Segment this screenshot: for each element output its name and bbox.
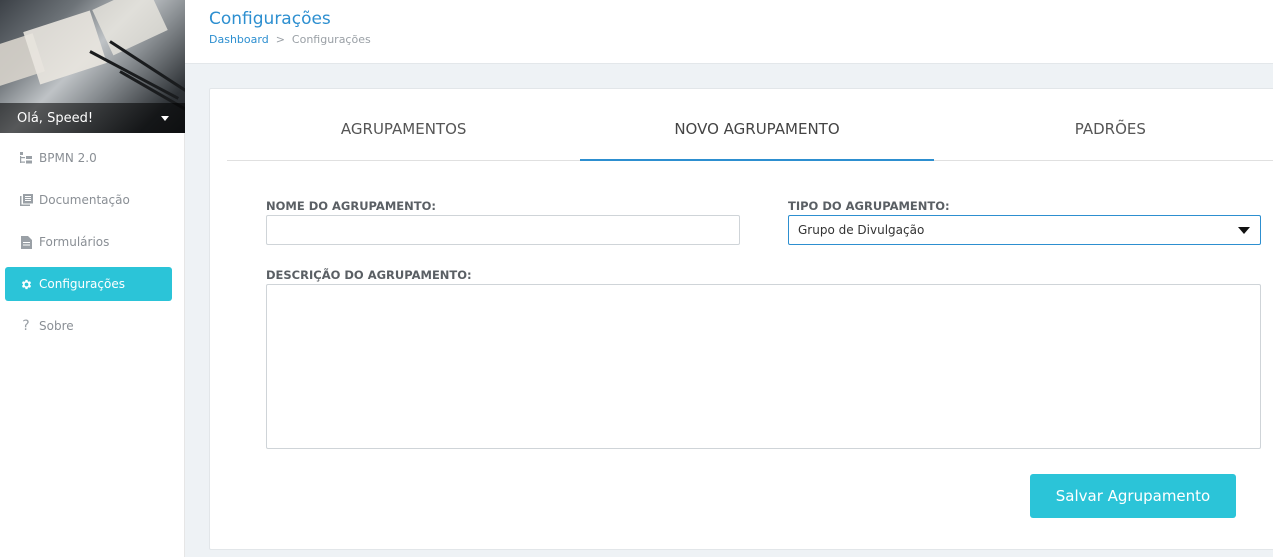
- sidebar-item-documentacao[interactable]: Documentação: [5, 183, 172, 217]
- page-title: Configurações: [209, 9, 331, 29]
- user-greeting: Olá, Speed!: [17, 110, 94, 126]
- profile-banner: Olá, Speed!: [0, 0, 185, 133]
- description-label: DESCRIÇÃO DO AGRUPAMENTO:: [266, 268, 472, 282]
- tab-novo-agrupamento[interactable]: NOVO AGRUPAMENTO: [580, 89, 934, 161]
- tab-bar: AGRUPAMENTOS NOVO AGRUPAMENTO PADRÕES: [227, 89, 1273, 161]
- group-type-select[interactable]: Grupo de Divulgação: [788, 215, 1261, 245]
- group-type-selected-value: Grupo de Divulgação: [798, 223, 925, 237]
- tab-padroes[interactable]: PADRÕES: [934, 89, 1273, 160]
- sidebar-item-label: BPMN 2.0: [39, 151, 97, 165]
- type-label: TIPO DO AGRUPAMENTO:: [788, 199, 950, 213]
- file-icon: [19, 235, 33, 249]
- breadcrumb-current: Configurações: [291, 33, 371, 46]
- breadcrumb: Dashboard > Configurações: [209, 33, 371, 46]
- sidebar-item-formularios[interactable]: Formulários: [5, 225, 172, 259]
- sitemap-icon: [19, 151, 33, 165]
- question-icon: ?: [22, 318, 30, 334]
- save-group-button[interactable]: Salvar Agrupamento: [1030, 474, 1236, 518]
- caret-down-icon: [161, 115, 169, 121]
- gear-icon: [19, 277, 33, 291]
- book-icon: [19, 193, 33, 207]
- sidebar-item-label: Configurações: [39, 277, 125, 291]
- sidebar-nav: BPMN 2.0 Documentação Formulários Config…: [0, 133, 184, 343]
- sidebar-item-sobre[interactable]: ? Sobre: [5, 309, 172, 343]
- breadcrumb-dashboard-link[interactable]: Dashboard: [209, 33, 269, 46]
- group-description-textarea[interactable]: [266, 284, 1261, 449]
- caret-down-icon: [1238, 226, 1250, 234]
- settings-card: AGRUPAMENTOS NOVO AGRUPAMENTO PADRÕES NO…: [209, 88, 1273, 550]
- chevron-right-icon: >: [275, 33, 285, 46]
- user-menu-toggle[interactable]: Olá, Speed!: [0, 103, 185, 133]
- tab-agrupamentos[interactable]: AGRUPAMENTOS: [227, 89, 580, 160]
- sidebar-item-label: Formulários: [39, 235, 110, 249]
- sidebar: Olá, Speed! BPMN 2.0 Documentação Formul…: [0, 0, 185, 557]
- sidebar-item-bpmn[interactable]: BPMN 2.0: [5, 141, 172, 175]
- page-header: Configurações Dashboard > Configurações: [185, 0, 1273, 64]
- sidebar-item-label: Documentação: [39, 193, 130, 207]
- group-name-input[interactable]: [266, 215, 740, 245]
- sidebar-item-label: Sobre: [39, 319, 74, 333]
- sidebar-item-configuracoes[interactable]: Configurações: [5, 267, 172, 301]
- name-label: NOME DO AGRUPAMENTO:: [266, 199, 436, 213]
